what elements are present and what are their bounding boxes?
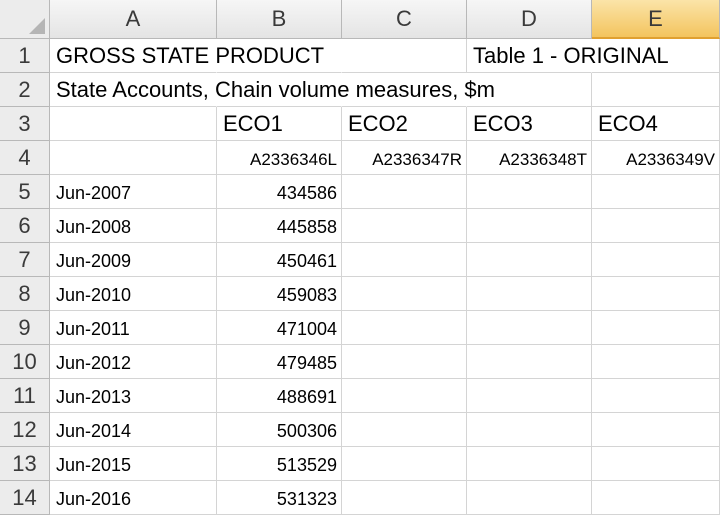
cell-c12[interactable]	[342, 413, 467, 447]
select-all-triangle-icon	[29, 18, 45, 34]
cell-b8[interactable]: 459083	[217, 277, 342, 311]
cell-a10[interactable]: Jun-2012	[50, 345, 217, 379]
cell-b3[interactable]: ECO1	[217, 107, 342, 141]
cell-b10[interactable]: 479485	[217, 345, 342, 379]
row-header-7[interactable]: 7	[0, 243, 50, 277]
row-header-1[interactable]: 1	[0, 39, 50, 73]
cell-a12[interactable]: Jun-2014	[50, 413, 217, 447]
cell-b4[interactable]: A2336346L	[217, 141, 342, 175]
column-header-b[interactable]: B	[217, 0, 342, 39]
cell-c3[interactable]: ECO2	[342, 107, 467, 141]
cell-a9[interactable]: Jun-2011	[50, 311, 217, 345]
cell-d10[interactable]	[467, 345, 592, 379]
cell-c9[interactable]	[342, 311, 467, 345]
row-header-6[interactable]: 6	[0, 209, 50, 243]
cell-a11[interactable]: Jun-2013	[50, 379, 217, 413]
column-header-a[interactable]: A	[50, 0, 217, 39]
cell-d1[interactable]: Table 1 - ORIGINAL	[467, 39, 669, 73]
cell-d6[interactable]	[467, 209, 592, 243]
column-header-c[interactable]: C	[342, 0, 467, 39]
cell-d13[interactable]	[467, 447, 592, 481]
row-header-4[interactable]: 4	[0, 141, 50, 175]
cell-a4[interactable]	[50, 141, 217, 175]
cell-d4[interactable]: A2336348T	[467, 141, 592, 175]
cell-d5[interactable]	[467, 175, 592, 209]
cell-a1[interactable]: GROSS STATE PRODUCT	[50, 39, 324, 73]
column-header-d[interactable]: D	[467, 0, 592, 39]
cell-d8[interactable]	[467, 277, 592, 311]
cell-c6[interactable]	[342, 209, 467, 243]
cell-a1-text: GROSS STATE PRODUCT	[56, 42, 325, 68]
cell-e2[interactable]	[592, 73, 720, 107]
cell-c14[interactable]	[342, 481, 467, 515]
cell-b11[interactable]: 488691	[217, 379, 342, 413]
cell-a8[interactable]: Jun-2010	[50, 277, 217, 311]
spreadsheet: A B C D E 1 GROSS STATE PRODUCT Table 1 …	[0, 0, 720, 522]
cell-c8[interactable]	[342, 277, 467, 311]
cell-c7[interactable]	[342, 243, 467, 277]
row-header-14[interactable]: 14	[0, 481, 50, 515]
row-header-3[interactable]: 3	[0, 107, 50, 141]
cell-a2[interactable]: State Accounts, Chain volume measures, $…	[50, 73, 495, 107]
cell-e10[interactable]	[592, 345, 720, 379]
cell-d12[interactable]	[467, 413, 592, 447]
cell-e4[interactable]: A2336349V	[592, 141, 720, 175]
cell-e5[interactable]	[592, 175, 720, 209]
cell-d11[interactable]	[467, 379, 592, 413]
select-all-button[interactable]	[0, 0, 50, 39]
cell-d1-text: Table 1 - ORIGINAL	[473, 42, 669, 68]
row-header-8[interactable]: 8	[0, 277, 50, 311]
cell-c5[interactable]	[342, 175, 467, 209]
cell-b5[interactable]: 434586	[217, 175, 342, 209]
cell-a5[interactable]: Jun-2007	[50, 175, 217, 209]
cell-d14[interactable]	[467, 481, 592, 515]
cell-d3[interactable]: ECO3	[467, 107, 592, 141]
cell-a14[interactable]: Jun-2016	[50, 481, 217, 515]
cell-a13[interactable]: Jun-2015	[50, 447, 217, 481]
row-header-5[interactable]: 5	[0, 175, 50, 209]
cell-e7[interactable]	[592, 243, 720, 277]
cell-e12[interactable]	[592, 413, 720, 447]
cell-b14[interactable]: 531323	[217, 481, 342, 515]
cell-c1[interactable]	[342, 39, 467, 73]
cell-e9[interactable]	[592, 311, 720, 345]
cell-e8[interactable]	[592, 277, 720, 311]
cell-a6[interactable]: Jun-2008	[50, 209, 217, 243]
cell-a2-text: State Accounts, Chain volume measures, $…	[56, 76, 495, 102]
row-header-9[interactable]: 9	[0, 311, 50, 345]
cell-d9[interactable]	[467, 311, 592, 345]
cell-e3[interactable]: ECO4	[592, 107, 720, 141]
cell-c13[interactable]	[342, 447, 467, 481]
row-header-2[interactable]: 2	[0, 73, 50, 107]
cell-c10[interactable]	[342, 345, 467, 379]
row-header-11[interactable]: 11	[0, 379, 50, 413]
cell-d7[interactable]	[467, 243, 592, 277]
cell-e13[interactable]	[592, 447, 720, 481]
row-header-13[interactable]: 13	[0, 447, 50, 481]
cell-a7[interactable]: Jun-2009	[50, 243, 217, 277]
cell-e14[interactable]	[592, 481, 720, 515]
cell-a3[interactable]	[50, 107, 217, 141]
cell-c11[interactable]	[342, 379, 467, 413]
column-header-e[interactable]: E	[592, 0, 720, 39]
cell-b7[interactable]: 450461	[217, 243, 342, 277]
cell-b13[interactable]: 513529	[217, 447, 342, 481]
cell-b12[interactable]: 500306	[217, 413, 342, 447]
row-header-10[interactable]: 10	[0, 345, 50, 379]
cell-c4[interactable]: A2336347R	[342, 141, 467, 175]
row-header-12[interactable]: 12	[0, 413, 50, 447]
cell-b9[interactable]: 471004	[217, 311, 342, 345]
cell-e6[interactable]	[592, 209, 720, 243]
cell-grid: A B C D E 1 GROSS STATE PRODUCT Table 1 …	[0, 0, 720, 515]
cell-e11[interactable]	[592, 379, 720, 413]
cell-b6[interactable]: 445858	[217, 209, 342, 243]
